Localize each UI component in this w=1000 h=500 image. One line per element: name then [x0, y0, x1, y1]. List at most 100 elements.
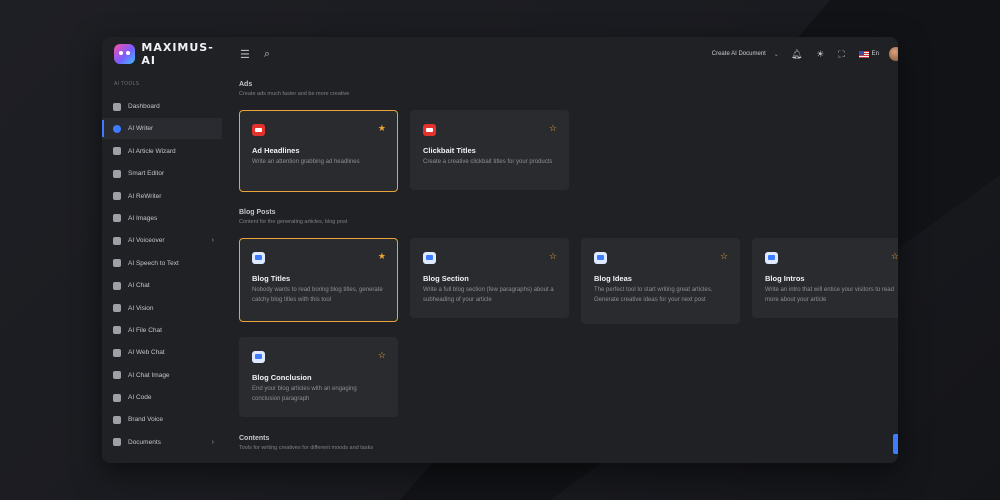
globe-icon [113, 348, 121, 357]
sidebar-item-documents[interactable]: Documents › [102, 432, 224, 453]
sidebar-item-ai-chat-image[interactable]: AI Chat Image [102, 365, 224, 386]
fullscreen-icon[interactable]: ⛶ [838, 49, 844, 60]
sidebar-item-label: AI Article Wizard [128, 147, 176, 155]
pen-icon [113, 192, 121, 201]
sidebar-item-label: AI Chat Image [128, 371, 170, 379]
us-flag-icon[interactable] [858, 50, 869, 58]
voice-icon [113, 236, 121, 245]
header-actions: Create AI Document ⌄ 🔔︎ ☀ ⛶ En [712, 37, 898, 71]
card-blog-ideas[interactable]: ☆ Blog Ideas The perfect tool to start w… [581, 238, 740, 324]
search-icon[interactable]: ⌕ [264, 48, 270, 61]
chat-icon [113, 281, 121, 290]
sidebar-item-ai-file-chat[interactable]: AI File Chat [102, 320, 224, 341]
chat-bubble-icon [594, 252, 607, 264]
section-subtitle: Tools for writing creatives for differen… [239, 445, 374, 451]
card-blog-conclusion[interactable]: ☆ Blog Conclusion End your blog articles… [239, 337, 398, 417]
card-blog-titles[interactable]: ★ Blog Titles Nobody wants to read borin… [239, 238, 398, 322]
sidebar-item-ai-web-chat[interactable]: AI Web Chat [102, 342, 224, 363]
app-window: MAXIMUS-AI ☰ ⌕ Create AI Document ⌄ 🔔︎ ☀… [102, 37, 898, 463]
sidebar-item-label: AI Images [128, 214, 158, 222]
card-description: Create a creative clickbait titles for y… [423, 159, 553, 165]
sidebar-item-ai-vision[interactable]: AI Vision [102, 298, 224, 319]
sidebar-item-label: AI Code [128, 394, 152, 402]
top-header: MAXIMUS-AI ☰ ⌕ Create AI Document ⌄ 🔔︎ ☀… [102, 37, 898, 71]
star-icon[interactable]: ☆ [549, 123, 557, 134]
card-blog-intros[interactable]: ☆ Blog Intros Write an intro that will e… [752, 238, 898, 318]
language-selector[interactable]: En [872, 51, 879, 57]
main-content: Ads Create ads much faster and be more c… [239, 79, 898, 463]
card-title: Blog Section [423, 274, 469, 283]
card-title: Clickbait Titles [423, 146, 476, 155]
speech-icon [113, 259, 121, 268]
card-description: Write an intro that will entice your vis… [765, 287, 894, 303]
menu-toggle-icon[interactable]: ☰ [240, 48, 250, 61]
sidebar-item-label: Smart Editor [128, 170, 165, 178]
sidebar-item-label: Documents [128, 438, 161, 446]
star-icon[interactable]: ☆ [720, 251, 728, 262]
card-blog-section[interactable]: ☆ Blog Section Write a full blog section… [410, 238, 569, 318]
chat-bubble-icon [252, 351, 265, 363]
sidebar-item-dashboard[interactable]: Dashboard [102, 96, 224, 117]
chevron-right-icon: › [211, 438, 214, 446]
section-blog-posts: Blog Posts Content for the generating ar… [239, 209, 347, 225]
card-description: Write a full blog section (few paragraph… [423, 287, 554, 303]
star-sparkle-icon[interactable]: ★ [378, 123, 386, 134]
section-contents: Contents Tools for writing creatives for… [239, 435, 373, 451]
sidebar-item-label: AI Speech to Text [128, 259, 179, 267]
megaphone-icon [113, 415, 121, 424]
code-icon [113, 393, 121, 402]
create-document-dropdown[interactable]: Create AI Document [712, 51, 766, 57]
card-description: End your blog articles with an engaging … [252, 386, 357, 402]
sidebar-item-ai-images[interactable]: AI Images [102, 208, 224, 229]
star-sparkle-icon[interactable]: ★ [378, 251, 386, 262]
chat-bubble-icon [423, 252, 436, 264]
sidebar-item-ai-speech-to-text[interactable]: AI Speech to Text [102, 253, 224, 274]
sidebar-item-label: AI Vision [128, 304, 154, 312]
section-subtitle: Content for the generating articles, blo… [239, 219, 348, 225]
card-title: Blog Ideas [594, 274, 632, 283]
card-ad-headlines[interactable]: ★ Ad Headlines Write an attention grabbi… [239, 110, 398, 192]
section-title: Blog Posts [239, 209, 276, 216]
chevron-down-icon[interactable]: ⌄ [774, 51, 779, 58]
robot-logo-icon [114, 44, 136, 64]
sidebar-item-ai-writer[interactable]: AI Writer [102, 118, 222, 140]
floating-side-tab[interactable] [893, 434, 898, 454]
image-icon [113, 214, 121, 223]
card-description: The perfect tool to start writing great … [594, 287, 713, 303]
sidebar-item-ai-voiceover[interactable]: AI Voiceover › [102, 230, 224, 251]
sidebar-item-ai-rewriter[interactable]: AI ReWriter [102, 186, 224, 207]
chat-bubble-icon [765, 252, 778, 264]
avatar[interactable] [889, 47, 898, 61]
star-icon[interactable]: ☆ [891, 251, 898, 262]
section-ads: Ads Create ads much faster and be more c… [239, 81, 349, 97]
bell-icon[interactable]: 🔔︎ [791, 49, 802, 60]
card-title: Ad Headlines [252, 146, 300, 155]
folder-icon [113, 326, 121, 335]
sidebar-item-ai-chat[interactable]: AI Chat [102, 275, 224, 296]
writer-icon [113, 124, 121, 133]
card-title: Blog Titles [252, 274, 291, 283]
logo[interactable]: MAXIMUS-AI [114, 41, 226, 67]
card-description: Nobody wants to read boring blog titles,… [252, 287, 383, 303]
sidebar-item-label: AI Writer [128, 125, 154, 133]
sidebar-item-brand-voice[interactable]: Brand Voice [102, 409, 224, 430]
sidebar: AI TOOLS Dashboard AI Writer AI Article … [102, 81, 224, 463]
star-icon[interactable]: ☆ [549, 251, 557, 262]
sidebar-item-label: Dashboard [128, 103, 160, 110]
ad-icon [252, 124, 265, 136]
section-title: Contents [239, 435, 270, 442]
sidebar-item-ai-code[interactable]: AI Code [102, 387, 224, 408]
sidebar-item-smart-editor[interactable]: Smart Editor [102, 163, 224, 184]
card-clickbait-titles[interactable]: ☆ Clickbait Titles Create a creative cli… [410, 110, 569, 190]
sidebar-item-label: AI Chat [128, 282, 150, 290]
sun-icon[interactable]: ☀ [816, 49, 824, 60]
sidebar-item-label: Brand Voice [128, 416, 164, 424]
app-name: MAXIMUS-AI [141, 41, 214, 67]
star-icon[interactable]: ☆ [378, 350, 386, 361]
sidebar-item-label: AI File Chat [128, 326, 162, 334]
section-title: Ads [239, 81, 253, 88]
card-description: Write an attention grabbing ad headlines [252, 159, 360, 165]
chat-image-icon [113, 371, 121, 380]
sidebar-item-ai-article-wizard[interactable]: AI Article Wizard [102, 141, 224, 162]
clickbait-icon [423, 124, 436, 136]
